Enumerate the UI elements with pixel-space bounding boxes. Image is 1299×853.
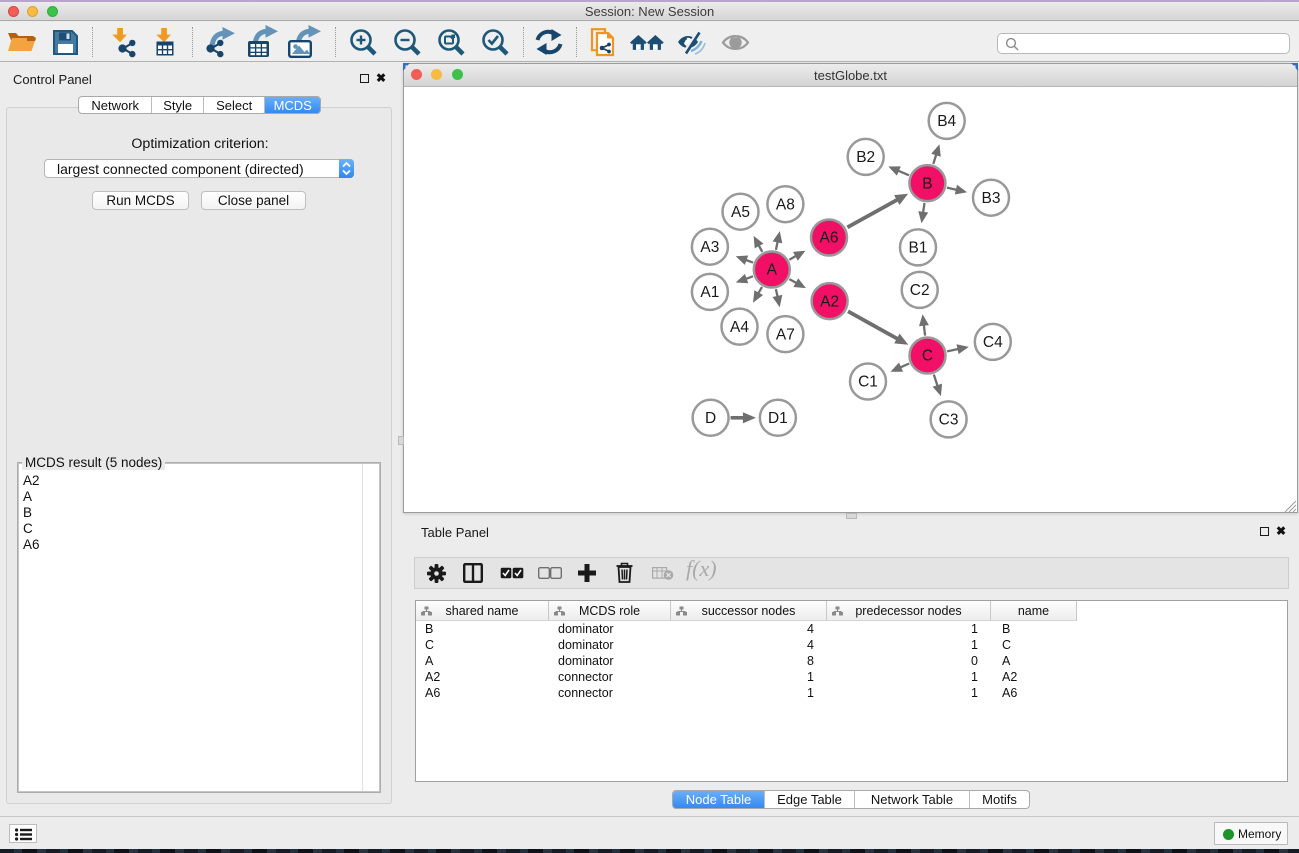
svg-text:B3: B3 [982, 190, 1001, 207]
svg-text:A7: A7 [776, 326, 795, 343]
svg-text:B4: B4 [937, 113, 956, 130]
svg-text:A: A [767, 262, 778, 279]
svg-text:C3: C3 [939, 412, 959, 429]
svg-text:D: D [705, 410, 716, 427]
svg-text:A6: A6 [820, 230, 839, 247]
svg-text:B1: B1 [909, 240, 928, 257]
svg-text:C2: C2 [910, 282, 930, 299]
svg-text:C4: C4 [983, 334, 1003, 351]
svg-text:B2: B2 [856, 149, 875, 166]
svg-text:C1: C1 [858, 374, 878, 391]
svg-text:B: B [922, 175, 932, 192]
svg-text:D1: D1 [768, 410, 788, 427]
svg-text:A4: A4 [730, 319, 749, 336]
svg-text:A8: A8 [776, 196, 795, 213]
svg-text:A3: A3 [700, 239, 719, 256]
svg-text:A5: A5 [731, 204, 750, 221]
svg-text:A1: A1 [700, 284, 719, 301]
svg-text:A2: A2 [820, 293, 839, 310]
svg-text:C: C [922, 348, 933, 365]
